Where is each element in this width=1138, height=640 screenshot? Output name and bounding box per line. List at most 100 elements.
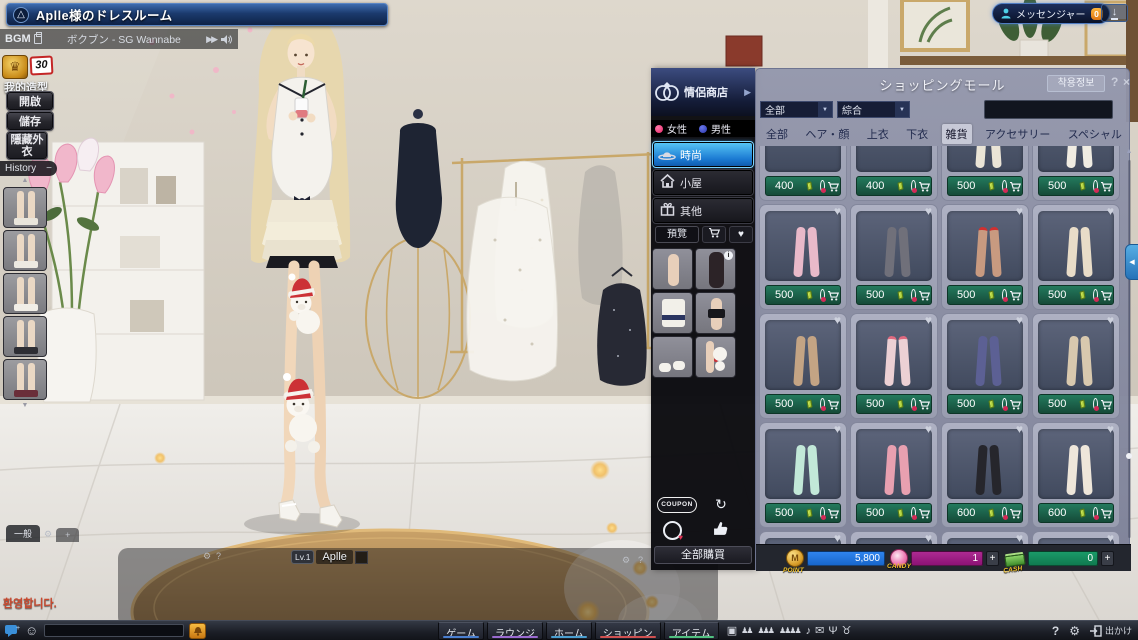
emoticon-icon[interactable]: ☺: [25, 624, 38, 638]
preview-tab[interactable]: 預覽: [655, 226, 699, 243]
shop-item-card[interactable]: ♥: [1032, 531, 1120, 544]
scrollbar-thumb[interactable]: [1126, 453, 1132, 459]
favorite-icon[interactable]: ♥: [1107, 204, 1114, 218]
add-candy-button[interactable]: +: [986, 551, 999, 566]
favorite-icon[interactable]: ♥: [925, 422, 932, 436]
taskbar-help-icon[interactable]: ?: [1052, 624, 1059, 638]
taskbar-button-ショッピン[interactable]: ショッピン: [595, 622, 661, 640]
taskbar-button-ホーム[interactable]: ホーム: [546, 622, 592, 640]
mail-icon[interactable]: ✉: [815, 622, 822, 640]
shop-item-card[interactable]: ♥: [759, 531, 847, 544]
shop-item-card[interactable]: ♥ 400: [850, 146, 938, 201]
shop-tab-スペシャル[interactable]: スペシャル: [1064, 124, 1126, 144]
favorite-icon[interactable]: ♥: [925, 313, 932, 327]
buy-all-button[interactable]: 全部購買: [654, 546, 752, 564]
try-on-icon[interactable]: [1002, 507, 1007, 519]
add-to-cart-icon[interactable]: [1100, 399, 1113, 410]
preview-slot-top[interactable]: [652, 292, 693, 334]
shop-item-card[interactable]: ♥ 500: [850, 422, 938, 528]
refresh-icon[interactable]: ↻: [709, 495, 733, 514]
shop-item-card[interactable]: ♥ 500: [1032, 146, 1120, 201]
taskbar-button-ゲーム[interactable]: ゲーム: [438, 622, 484, 640]
add-to-cart-icon[interactable]: [1100, 181, 1113, 192]
history-item-white-sneakers[interactable]: [3, 273, 47, 314]
add-to-cart-icon[interactable]: [1009, 399, 1022, 410]
shop-item-card[interactable]: ♥ 600: [1032, 422, 1120, 528]
shop-item-card[interactable]: ♥: [941, 531, 1029, 544]
couple-shop-header[interactable]: 情侶商店 ▶: [651, 68, 755, 116]
shop-item-card[interactable]: ♥ 600: [941, 422, 1029, 528]
shop-tab-雑貨[interactable]: 雑貨: [942, 124, 972, 144]
shop-item-card[interactable]: ♥ 500: [850, 204, 938, 310]
favorite-icon[interactable]: ♥: [925, 204, 932, 218]
chat-tab-gear-icon[interactable]: ⚙: [44, 529, 52, 542]
add-to-cart-icon[interactable]: [827, 508, 840, 519]
messenger-button[interactable]: メッセンジャー 0: [992, 3, 1110, 24]
shop-item-card[interactable]: ♥ 500: [1032, 313, 1120, 419]
next-track-icon[interactable]: ▶▶: [206, 34, 216, 45]
collapse-side-tab[interactable]: ◀: [1125, 244, 1138, 280]
open-button[interactable]: 開啟: [7, 92, 53, 110]
add-to-cart-icon[interactable]: [1100, 290, 1113, 301]
try-on-icon[interactable]: [1002, 180, 1007, 192]
add-to-cart-icon[interactable]: [827, 181, 840, 192]
close-icon[interactable]: ×: [1123, 75, 1130, 89]
info-icon[interactable]: i: [724, 251, 733, 260]
try-on-icon[interactable]: [1093, 398, 1098, 410]
collapse-icon[interactable]: −: [46, 163, 52, 174]
shop-item-card[interactable]: ♥ 500: [941, 204, 1029, 310]
history-item-black-sandals[interactable]: [3, 316, 47, 357]
shop-tab-ヘア・顔[interactable]: ヘア・顔: [801, 124, 853, 144]
wear-info-button[interactable]: 착용정보: [1047, 75, 1105, 92]
shop-search-input[interactable]: [985, 104, 1123, 115]
try-on-icon[interactable]: [820, 180, 825, 192]
trophy-icon[interactable]: Ψ: [828, 622, 835, 640]
overlay-help-icon[interactable]: ?: [638, 555, 643, 565]
friends-icon[interactable]: ♟♟: [741, 622, 751, 640]
add-to-cart-icon[interactable]: [918, 399, 931, 410]
scroll-up-icon[interactable]: ▲: [1125, 148, 1133, 155]
preview-slot-skirt[interactable]: [695, 292, 736, 334]
like-icon[interactable]: [713, 521, 733, 540]
download-button[interactable]: ↓: [1101, 4, 1128, 22]
history-scroll-down-icon[interactable]: ▼: [22, 402, 29, 410]
try-on-icon[interactable]: [1093, 507, 1098, 519]
try-on-icon[interactable]: [1093, 289, 1098, 301]
chat-settings-icon[interactable]: ⚙: [203, 551, 211, 562]
shop-item-card[interactable]: ♥ 400: [759, 146, 847, 201]
chat-tab-add[interactable]: +: [56, 528, 79, 542]
id-card-icon[interactable]: ▣: [727, 622, 735, 640]
favorite-icon[interactable]: ♥: [834, 422, 841, 436]
favorite-icon[interactable]: ♥: [925, 531, 932, 544]
volume-icon[interactable]: [220, 34, 232, 45]
shop-tab-全部[interactable]: 全部: [762, 124, 792, 144]
history-scroll-up-icon[interactable]: ▲: [22, 177, 29, 185]
favorite-icon[interactable]: ♥: [1016, 531, 1023, 544]
favorite-icon[interactable]: ♥: [834, 313, 841, 327]
female-radio[interactable]: [655, 125, 663, 133]
favorite-icon[interactable]: ♥: [834, 204, 841, 218]
try-on-icon[interactable]: [911, 398, 916, 410]
coupon-button[interactable]: COUPON: [657, 497, 697, 513]
add-to-cart-icon[interactable]: [918, 508, 931, 519]
shop-item-card[interactable]: ♥ 500: [759, 313, 847, 419]
male-radio[interactable]: [699, 125, 707, 133]
favorite-icon[interactable]: ♥: [1107, 422, 1114, 436]
add-to-cart-icon[interactable]: [827, 399, 840, 410]
taskbar-button-アイテム[interactable]: アイテム: [664, 622, 719, 640]
shop-tab-下衣[interactable]: 下衣: [902, 124, 932, 144]
hide-outerwear-button[interactable]: 隱藏外衣: [7, 132, 47, 159]
history-item-dark-red-heels[interactable]: [3, 359, 47, 400]
add-to-cart-icon[interactable]: [1009, 290, 1022, 301]
shop-item-card[interactable]: ♥ 500: [759, 422, 847, 528]
add-to-cart-icon[interactable]: [918, 181, 931, 192]
taskbar-settings-icon[interactable]: ⚙: [1069, 624, 1080, 638]
shop-tab-上衣[interactable]: 上衣: [863, 124, 893, 144]
shop-item-card[interactable]: ♥ 500: [941, 313, 1029, 419]
help-icon[interactable]: ?: [1111, 75, 1118, 89]
shop-item-card[interactable]: ♥ 500: [850, 313, 938, 419]
try-on-icon[interactable]: [911, 507, 916, 519]
sort-dropdown[interactable]: 綜合▼: [837, 101, 910, 118]
history-item-white-outfit[interactable]: [3, 187, 47, 228]
history-item-white-shorts[interactable]: [3, 230, 47, 271]
